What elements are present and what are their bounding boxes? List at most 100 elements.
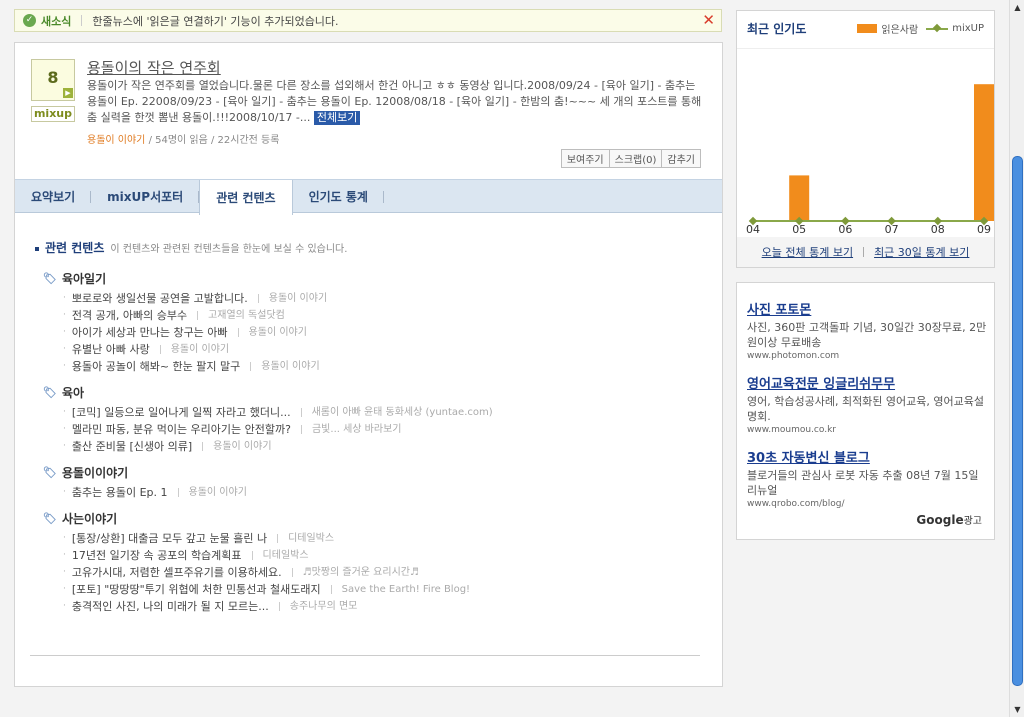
- 30days-stats-link[interactable]: 최근 30일 통계 보기: [874, 244, 969, 260]
- related-post-link[interactable]: [포토] "땅땅땅"투기 위협에 처한 민통선과 철새도래지: [72, 581, 321, 598]
- mixup-logo[interactable]: mixup: [31, 106, 75, 122]
- ad-description: 사진, 360판 고객돌파 기념, 30일간 30장무료, 2만원이상 무료배송: [747, 321, 987, 349]
- divider: [300, 425, 302, 434]
- divider: [257, 294, 259, 303]
- tab-popularity-stats[interactable]: 인기도 통계: [293, 180, 385, 213]
- list-item: · 멜라민 파동, 분유 먹이는 우리아기는 안전할까? 금빛... 세상 바라보기: [63, 421, 705, 438]
- divider: [300, 408, 302, 417]
- category-label: 사는이야기: [61, 512, 118, 526]
- bullet-icon: ·: [63, 533, 66, 543]
- scroll-down-icon[interactable]: ▼: [1010, 702, 1024, 717]
- category-title: 🏷 육아일기: [43, 270, 705, 287]
- related-post-link[interactable]: 유별난 아빠 사랑: [72, 341, 150, 358]
- related-post-source[interactable]: 금빛... 세상 바라보기: [312, 421, 402, 438]
- ad-item[interactable]: 30초 자동변신 블로그 블로거들의 관심사 로봇 자동 추출 08년 7월 1…: [747, 447, 987, 509]
- bullet-icon: ·: [63, 441, 66, 451]
- ads-panel: 사진 포토몬 사진, 360판 고객돌파 기념, 30일간 30장무료, 2만원…: [736, 282, 995, 540]
- ad-item[interactable]: 영어교육전문 잉글리쉬무무 영어, 학습성공사례, 최적화된 영어교육, 영어교…: [747, 373, 987, 435]
- related-post-link[interactable]: 충격적인 사진, 나의 미래가 될 지 모르는...: [72, 598, 269, 615]
- read-more-button[interactable]: 전체보기: [313, 111, 361, 125]
- tag-icon: 🏷: [43, 386, 57, 399]
- scrap-button[interactable]: 스크랩(0): [608, 149, 663, 168]
- list-item: · 출산 준비물 [신생아 의류] 용돌이 이야기: [63, 438, 705, 455]
- related-post-link[interactable]: [통장/상환] 대출금 모두 갚고 눈물 흘린 나: [72, 530, 267, 547]
- post-stats: / 54명이 읽음 / 22시간전 등록: [145, 135, 280, 146]
- related-post-source[interactable]: 디테일박스: [263, 547, 309, 564]
- divider: [277, 534, 279, 543]
- related-post-source[interactable]: 용돌이 이야기: [171, 341, 229, 358]
- related-content-section: 관련 컨텐츠 이 컨텐츠와 관련된 컨텐츠들을 한눈에 보실 수 있습니다. 🏷 육…: [35, 239, 705, 624]
- related-post-link[interactable]: 전격 공개, 아빠의 승부수: [72, 307, 187, 324]
- related-post-source[interactable]: 용돌이 이야기: [249, 324, 307, 341]
- list-item: · 충격적인 사진, 나의 미래가 될 지 모르는... 송주나무의 면모: [63, 598, 705, 615]
- related-post-link[interactable]: 멜라민 파동, 분유 먹이는 우리아기는 안전할까?: [72, 421, 291, 438]
- blog-link[interactable]: 용돌이 이야기: [87, 135, 145, 146]
- list-item: · 17년전 일기장 속 공포의 학습계획표 디테일박스: [63, 547, 705, 564]
- ad-title[interactable]: 30초 자동변신 블로그: [747, 447, 987, 466]
- bullet-icon: ·: [63, 424, 66, 434]
- scroll-thumb[interactable]: [1012, 156, 1023, 686]
- related-post-source[interactable]: 용돌이 이야기: [269, 290, 327, 307]
- divider: [863, 247, 865, 257]
- related-post-link[interactable]: 고유가시대, 저렴한 셀프주유기를 이용하세요.: [72, 564, 282, 581]
- related-post-link[interactable]: [코믹] 일등으로 일어나게 일찍 자라고 했더니...: [72, 404, 291, 421]
- post-title[interactable]: 용돌이의 작은 연주회: [87, 57, 221, 78]
- related-post-source[interactable]: 송주나무의 면모: [290, 598, 358, 615]
- related-post-source[interactable]: 고재열의 독설닷컴: [208, 307, 285, 324]
- ad-title[interactable]: 사진 포토몬: [747, 299, 987, 318]
- close-icon[interactable]: ✕: [702, 12, 715, 29]
- related-list: · 뽀로로와 생일선물 공연을 고발합니다. 용돌이 이야기 · 전격 공개, 아빠의 …: [63, 290, 705, 375]
- related-post-link[interactable]: 뽀로로와 생일선물 공연을 고발합니다.: [72, 290, 248, 307]
- divider: [177, 488, 179, 497]
- popularity-panel: 최근 인기도 읽은사람 mixUP 04 05 06 07 08 09 오늘 전체 통계 …: [736, 10, 995, 268]
- vertical-scrollbar[interactable]: ▲ ▼: [1009, 0, 1024, 717]
- tab-summary[interactable]: 요약보기: [15, 180, 92, 213]
- tab-mixup-supporter[interactable]: mixUP서포터: [91, 180, 200, 213]
- show-button[interactable]: 보여주기: [560, 149, 610, 168]
- x-tick-label: 05: [792, 223, 806, 236]
- google-suffix: 광고: [963, 516, 982, 527]
- x-tick-label: 04: [746, 223, 760, 236]
- list-item: · 용돌아 공놀이 해봐~ 한눈 팔지 말구 용돌이 이야기: [63, 358, 705, 375]
- related-post-link[interactable]: 출산 준비물 [신생아 의류]: [72, 438, 192, 455]
- related-post-source[interactable]: 용돌이 이야기: [213, 438, 271, 455]
- play-icon[interactable]: ▶: [63, 88, 73, 98]
- list-item: · [포토] "땅땅땅"투기 위협에 처한 민통선과 철새도래지 Save the …: [63, 581, 705, 598]
- today-stats-link[interactable]: 오늘 전체 통계 보기: [762, 244, 853, 260]
- bottom-divider: [30, 655, 700, 656]
- mixup-counter[interactable]: 8 ▶: [31, 59, 75, 101]
- bullet-icon: ·: [63, 550, 66, 560]
- related-post-source[interactable]: Save the Earth! Fire Blog!: [342, 581, 470, 598]
- tab-related-content[interactable]: 관련 컨텐츠: [199, 180, 293, 215]
- bullet-icon: ·: [63, 361, 66, 371]
- x-tick-label: 08: [931, 223, 945, 236]
- related-post-link[interactable]: 아이가 세상과 만나는 창구는 아빠: [72, 324, 228, 341]
- list-item: · 고유가시대, 저렴한 셀프주유기를 이용하세요. ♬맛짱의 즐거운 요리시간♬: [63, 564, 705, 581]
- legend-mixup-label: mixUP: [952, 23, 984, 34]
- bullet-icon: ·: [63, 567, 66, 577]
- related-post-source[interactable]: ♬맛짱의 즐거운 요리시간♬: [303, 564, 419, 581]
- category-list: 🏷 육아일기 · 뽀로로와 생일선물 공연을 고발합니다. 용돌이 이야기 · 전격 공개,…: [35, 270, 705, 615]
- related-post-source[interactable]: 용돌이 이야기: [189, 484, 247, 501]
- popularity-chart: 04 05 06 07 08 09: [737, 48, 994, 236]
- bar-reads-05: [789, 175, 810, 221]
- bullet-icon: ·: [63, 407, 66, 417]
- scroll-up-icon[interactable]: ▲: [1010, 0, 1024, 15]
- list-item: · [통장/상환] 대출금 모두 갚고 눈물 흘린 나 디테일박스: [63, 530, 705, 547]
- related-post-source[interactable]: 디테일박스: [288, 530, 334, 547]
- related-post-link[interactable]: 용돌아 공놀이 해봐~ 한눈 팔지 말구: [72, 358, 240, 375]
- list-item: · 전격 공개, 아빠의 승부수 고재열의 독설닷컴: [63, 307, 705, 324]
- bullet-icon: ·: [63, 344, 66, 354]
- ad-title[interactable]: 영어교육전문 잉글리쉬무무: [747, 373, 987, 392]
- related-post-link[interactable]: 춤추는 용돌이 Ep. 1: [72, 484, 168, 501]
- divider: [278, 602, 280, 611]
- related-post-source[interactable]: 새롬이 아빠 윤태 동화세상 (yuntae.com): [312, 404, 493, 421]
- related-post-source[interactable]: 용돌이 이야기: [261, 358, 319, 375]
- related-post-link[interactable]: 17년전 일기장 속 공포의 학습계획표: [72, 547, 242, 564]
- mixup-count: 8: [47, 68, 59, 87]
- post-body: 용돌이가 작은 연주회를 열었습니다.물론 다른 장소를 섭외해서 한건 아니고…: [87, 78, 707, 126]
- ad-item[interactable]: 사진 포토몬 사진, 360판 고객돌파 기념, 30일간 30장무료, 2만원…: [747, 299, 987, 361]
- bullet-icon: ·: [63, 601, 66, 611]
- list-item: · 유별난 아빠 사랑 용돌이 이야기: [63, 341, 705, 358]
- hide-button[interactable]: 감추기: [661, 149, 701, 168]
